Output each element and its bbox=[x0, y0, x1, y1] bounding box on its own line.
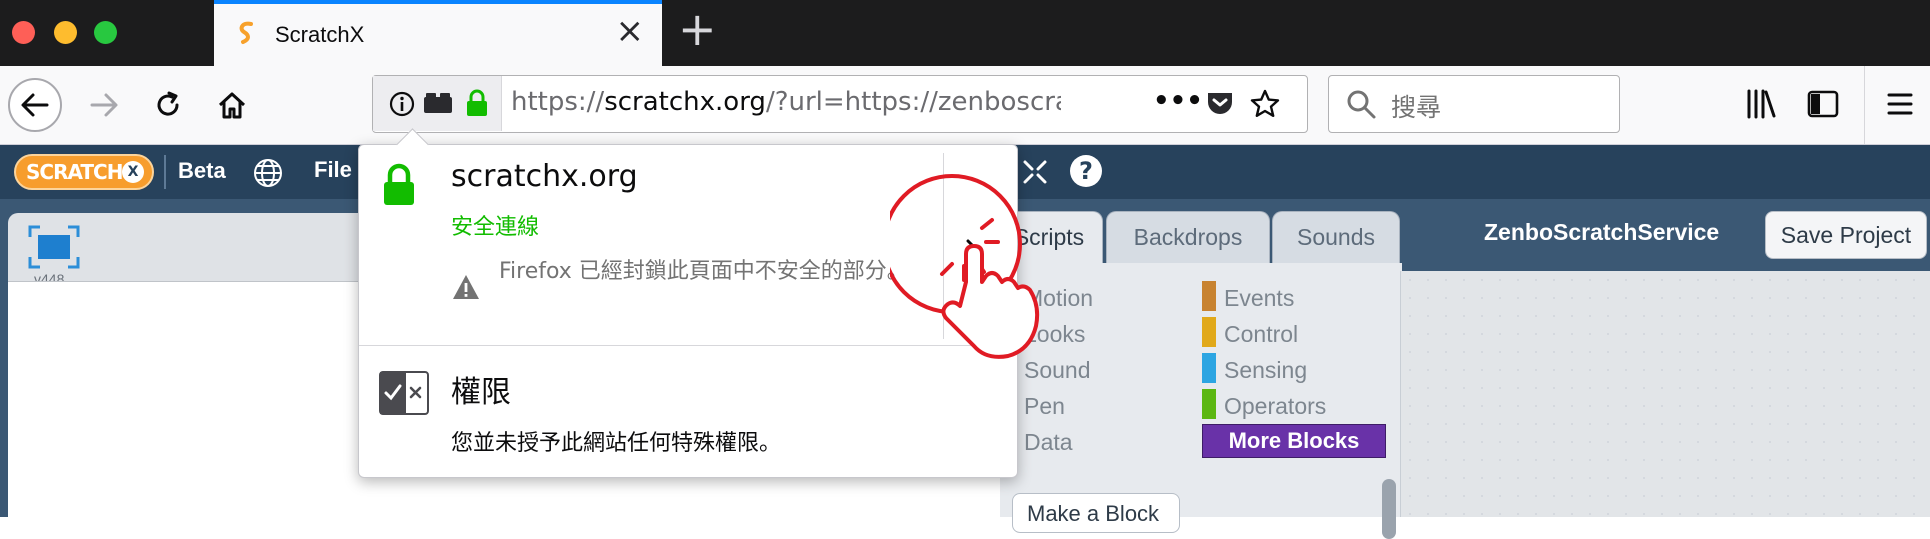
save-project-button[interactable]: Save Project bbox=[1765, 211, 1927, 259]
make-a-block-button[interactable]: Make a Block bbox=[1012, 493, 1180, 533]
warning-icon bbox=[453, 275, 479, 299]
minimize-window-button[interactable] bbox=[54, 21, 77, 44]
project-name[interactable]: ZenboScratchService bbox=[1484, 219, 1719, 246]
block-palette: Motion Looks Sound Pen Data Events Contr… bbox=[1000, 263, 1402, 539]
mixed-content-warning: Firefox 已經封鎖此頁面中不安全的部分。 bbox=[499, 259, 909, 284]
sidebar-icon[interactable] bbox=[1806, 87, 1840, 121]
zoom-window-button[interactable] bbox=[94, 21, 117, 44]
tab-backdrops[interactable]: Backdrops bbox=[1106, 211, 1270, 263]
back-button[interactable] bbox=[8, 78, 62, 132]
blocked-content-icon bbox=[424, 93, 452, 113]
chevron-right-icon bbox=[966, 239, 981, 265]
category-motion[interactable]: Motion bbox=[1024, 285, 1093, 312]
back-arrow-icon bbox=[21, 93, 49, 117]
reload-button[interactable] bbox=[148, 66, 188, 144]
site-identity-button[interactable] bbox=[373, 76, 502, 131]
category-operators[interactable]: Operators bbox=[1224, 393, 1326, 420]
beta-label: Beta bbox=[178, 158, 226, 183]
library-icon[interactable] bbox=[1744, 87, 1778, 121]
scratchx-logo[interactable]: SCRATCH X bbox=[14, 154, 154, 190]
category-events[interactable]: Events bbox=[1224, 285, 1294, 312]
category-data[interactable]: Data bbox=[1024, 429, 1073, 456]
sensing-color-swatch bbox=[1202, 353, 1216, 383]
category-sensing[interactable]: Sensing bbox=[1224, 357, 1307, 384]
scratch-favicon-icon bbox=[236, 20, 258, 46]
more-info-button[interactable] bbox=[944, 153, 1017, 339]
permissions-icon bbox=[379, 371, 429, 415]
forward-button[interactable] bbox=[84, 66, 124, 144]
search-icon bbox=[1347, 90, 1376, 119]
category-sound[interactable]: Sound bbox=[1024, 357, 1091, 384]
popup-host: scratchx.org bbox=[451, 159, 638, 194]
shrink-tool-icon[interactable] bbox=[1020, 157, 1050, 187]
events-color-swatch bbox=[1202, 281, 1216, 311]
permissions-title: 權限 bbox=[451, 375, 511, 410]
new-tab-button[interactable]: + bbox=[678, 6, 717, 52]
popup-horizontal-divider bbox=[359, 345, 1017, 346]
home-icon bbox=[218, 92, 246, 119]
secure-connection-text: 安全連線 bbox=[451, 215, 540, 240]
close-window-button[interactable] bbox=[12, 21, 35, 44]
page-actions-icon[interactable]: ••• bbox=[1153, 86, 1203, 116]
search-bar[interactable]: 搜尋 bbox=[1328, 75, 1620, 133]
hamburger-menu-icon[interactable] bbox=[1886, 90, 1914, 118]
close-tab-icon[interactable]: × bbox=[616, 14, 645, 48]
info-icon bbox=[389, 91, 415, 117]
help-icon[interactable]: ? bbox=[1068, 153, 1104, 189]
svg-text:?: ? bbox=[1079, 157, 1093, 185]
header-divider bbox=[164, 155, 166, 189]
language-globe-icon[interactable] bbox=[252, 157, 284, 189]
scripts-area: Scripts Backdrops Sounds ZenboScratchSer… bbox=[995, 199, 1930, 539]
control-color-swatch bbox=[1202, 317, 1216, 347]
tab-bar: ScratchX × + bbox=[0, 0, 1930, 66]
logo-badge: X bbox=[122, 161, 144, 183]
palette-scrollbar[interactable] bbox=[1382, 479, 1396, 539]
bookmark-star-icon[interactable] bbox=[1249, 88, 1281, 120]
presentation-mode-icon[interactable] bbox=[28, 225, 80, 269]
site-identity-popup: scratchx.org 安全連線 Firefox 已經封鎖此頁面中不安全的部分… bbox=[358, 128, 1018, 478]
category-looks[interactable]: Looks bbox=[1024, 321, 1085, 348]
logo-text: SCRATCH bbox=[26, 160, 123, 184]
category-control[interactable]: Control bbox=[1224, 321, 1298, 348]
tab-sounds[interactable]: Sounds bbox=[1272, 211, 1400, 263]
tab-title: ScratchX bbox=[275, 22, 365, 47]
file-menu[interactable]: File bbox=[314, 157, 352, 183]
navigation-toolbar: https://scratchx.org/?url=https://zenbos… bbox=[0, 66, 1930, 145]
forward-arrow-icon bbox=[90, 93, 118, 117]
operators-color-swatch bbox=[1202, 389, 1216, 419]
lock-icon bbox=[467, 89, 487, 116]
toolbar-divider bbox=[1864, 66, 1865, 144]
category-more-blocks[interactable]: More Blocks bbox=[1202, 424, 1386, 458]
reload-icon bbox=[157, 91, 179, 116]
url-bar[interactable]: https://scratchx.org/?url=https://zenbos… bbox=[372, 75, 1308, 133]
script-workspace[interactable] bbox=[1400, 271, 1930, 517]
url-text[interactable]: https://scratchx.org/?url=https://zenbos… bbox=[511, 87, 1061, 117]
search-placeholder: 搜尋 bbox=[1391, 93, 1442, 122]
category-pen[interactable]: Pen bbox=[1024, 393, 1065, 420]
tab-scratchx[interactable]: ScratchX × bbox=[214, 0, 662, 66]
secure-lock-icon bbox=[384, 163, 414, 205]
pocket-icon[interactable] bbox=[1205, 90, 1235, 118]
permissions-description: 您並未授予此網站任何特殊權限。 bbox=[451, 431, 782, 456]
home-button[interactable] bbox=[212, 66, 252, 144]
